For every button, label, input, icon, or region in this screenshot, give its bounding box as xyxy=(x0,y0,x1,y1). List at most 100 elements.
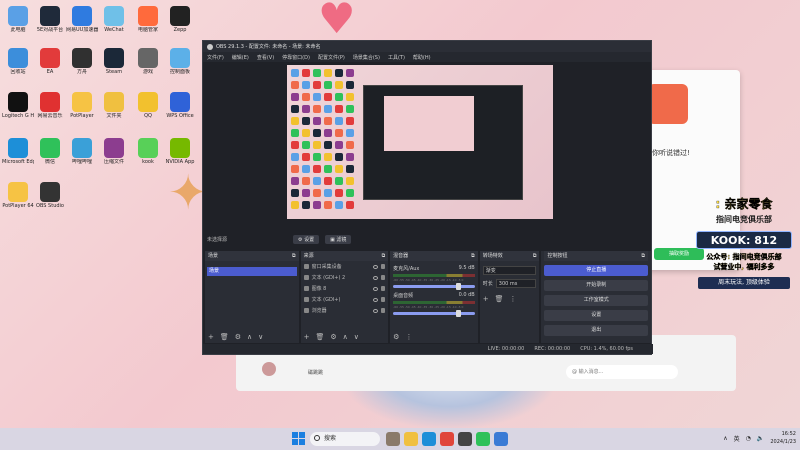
properties-button[interactable]: ⚙ 设置 xyxy=(293,234,320,244)
desktop-icon[interactable]: 方舟 xyxy=(66,48,98,75)
source-item[interactable]: 窗口采集设备 xyxy=(301,261,389,272)
eye-icon[interactable] xyxy=(373,275,379,280)
remove-icon[interactable]: 🗑 xyxy=(220,333,229,341)
up-icon[interactable]: ∧ xyxy=(247,333,252,341)
source-item[interactable]: 文本 (GDI+) 2 xyxy=(301,272,389,283)
lock-icon[interactable] xyxy=(381,297,386,302)
ime-indicator[interactable]: 英 xyxy=(734,434,740,443)
dock-menu-icon[interactable]: ⧉ xyxy=(292,251,296,261)
source-item[interactable]: 文本 (GDI+) xyxy=(301,294,389,305)
add-icon[interactable]: + xyxy=(208,333,214,341)
dock-menu-icon[interactable]: ⧉ xyxy=(641,251,645,261)
desktop-icon[interactable]: 哔哩哔哩 xyxy=(66,138,98,165)
exit-button[interactable]: 退出 xyxy=(544,325,648,336)
edge-icon[interactable] xyxy=(422,432,436,446)
taskbar-search[interactable]: 搜索 xyxy=(310,432,380,446)
chat-taskbar-icon[interactable] xyxy=(476,432,490,446)
menu-item[interactable]: 编辑(E) xyxy=(232,54,249,61)
file-explorer-icon[interactable] xyxy=(404,432,418,446)
chat-input[interactable]: @ 输入消息... xyxy=(566,365,678,379)
desktop-icon[interactable]: WPS Office xyxy=(164,92,196,119)
desktop-icon[interactable]: EA xyxy=(34,48,66,75)
clock[interactable]: 16:52 2024/1/23 xyxy=(770,430,796,446)
duration-input[interactable]: 300 ms xyxy=(495,279,537,288)
desktop-icon[interactable]: 压缩文件 xyxy=(98,138,130,165)
up-icon[interactable]: ∧ xyxy=(343,333,348,341)
network-icon[interactable]: ◔ xyxy=(746,435,751,442)
filters-button[interactable]: ▣ 滤镜 xyxy=(325,234,352,244)
dock-menu-icon[interactable]: ⧉ xyxy=(533,251,537,261)
app-taskbar-icon[interactable] xyxy=(458,432,472,446)
start-button[interactable] xyxy=(292,432,306,446)
lock-icon[interactable] xyxy=(381,286,386,291)
obs-taskbar-icon[interactable] xyxy=(440,432,454,446)
eye-icon[interactable] xyxy=(373,264,379,269)
desktop-icon[interactable]: 电脑管家 xyxy=(132,6,164,33)
desktop-icon[interactable]: 控制面板 xyxy=(164,48,196,75)
desktop-icon[interactable]: kook xyxy=(132,138,164,165)
desktop-icon[interactable]: 文件夹 xyxy=(98,92,130,119)
transition-select[interactable]: 渐变 xyxy=(482,266,537,275)
studio-mode-button[interactable]: 工作室模式 xyxy=(544,295,648,306)
add-icon[interactable]: + xyxy=(483,295,489,303)
desktop-icon[interactable]: PotPlayer 64 xyxy=(2,182,34,209)
settings-button[interactable]: 设置 xyxy=(544,310,648,321)
desktop-icon[interactable]: 5E对战平台 xyxy=(34,6,66,33)
desktop-icon[interactable]: Steam xyxy=(98,48,130,75)
lock-icon[interactable] xyxy=(381,308,386,313)
remove-icon[interactable]: 🗑 xyxy=(315,333,324,341)
desktop-icon[interactable]: QQ xyxy=(132,92,164,119)
gear-icon[interactable]: ⚙ xyxy=(235,333,241,341)
chevron-up-icon[interactable]: ∧ xyxy=(723,435,727,442)
source-item[interactable]: 浏览器 xyxy=(301,305,389,316)
desktop-icon[interactable]: NVIDIA App xyxy=(164,138,196,165)
down-icon[interactable]: ∨ xyxy=(258,333,263,341)
desktop-icon[interactable]: 此电脑 xyxy=(2,6,34,33)
start-recording-button[interactable]: 开始录制 xyxy=(544,280,648,291)
menu-item[interactable]: 配置文件(P) xyxy=(318,54,345,61)
volume-icon[interactable]: 🔈 xyxy=(757,435,764,442)
chat-avatar[interactable] xyxy=(262,362,276,376)
more-icon[interactable]: ⋮ xyxy=(510,295,517,303)
desktop-icon[interactable]: PotPlayer xyxy=(66,92,98,119)
volume-fader[interactable] xyxy=(393,310,475,317)
app-taskbar-icon[interactable] xyxy=(494,432,508,446)
menu-item[interactable]: 帮助(H) xyxy=(413,54,431,61)
source-item[interactable]: 图像 8 xyxy=(301,283,389,294)
menu-item[interactable]: 工具(T) xyxy=(388,54,405,61)
title-bar[interactable]: OBS 29.1.3 - 配置文件: 未命名 - 场景: 未命名 xyxy=(203,41,651,52)
eye-icon[interactable] xyxy=(373,308,379,313)
volume-fader[interactable] xyxy=(393,283,475,290)
remove-icon[interactable]: 🗑 xyxy=(495,295,504,303)
dock-menu-icon[interactable]: ⧉ xyxy=(382,251,386,261)
desktop-icon[interactable]: 游戏 xyxy=(132,48,164,75)
desktop-icon[interactable]: 网易云音乐 xyxy=(34,92,66,119)
eye-icon[interactable] xyxy=(373,286,379,291)
scene-item[interactable]: 场景 xyxy=(207,267,297,276)
gear-icon[interactable]: ⚙ xyxy=(330,333,336,341)
eye-icon[interactable] xyxy=(373,297,379,302)
desktop-icon[interactable]: 回收站 xyxy=(2,48,34,75)
obs-window[interactable]: OBS 29.1.3 - 配置文件: 未命名 - 场景: 未命名 文件(F) 编辑… xyxy=(202,40,653,355)
stop-streaming-button[interactable]: 停止直播 xyxy=(544,265,648,276)
desktop-icon[interactable]: 微信 xyxy=(34,138,66,165)
lock-icon[interactable] xyxy=(381,275,386,280)
desktop-icon[interactable]: 网易UU加速器 xyxy=(66,6,98,33)
desktop-icon[interactable]: Zepp xyxy=(164,6,196,33)
more-icon[interactable]: ⋮ xyxy=(405,333,412,341)
task-view-icon[interactable] xyxy=(386,432,400,446)
menu-item[interactable]: 文件(F) xyxy=(207,54,224,61)
menu-item[interactable]: 场景集合(S) xyxy=(353,54,380,61)
desktop-icon[interactable]: OBS Studio xyxy=(34,182,66,209)
down-icon[interactable]: ∨ xyxy=(354,333,359,341)
add-icon[interactable]: + xyxy=(304,333,310,341)
lock-icon[interactable] xyxy=(381,264,386,269)
dock-menu-icon[interactable]: ⧉ xyxy=(471,251,475,261)
desktop-icon[interactable]: Logitech G HUB xyxy=(2,92,34,119)
gear-icon[interactable]: ⚙ xyxy=(393,333,399,341)
menu-item[interactable]: 查看(V) xyxy=(257,54,274,61)
preview-canvas[interactable] xyxy=(287,65,553,219)
menu-item[interactable]: 停靠窗口(D) xyxy=(282,54,310,61)
desktop-icon[interactable]: WeChat xyxy=(98,6,130,33)
desktop-icon[interactable]: Microsoft Edge xyxy=(2,138,34,165)
